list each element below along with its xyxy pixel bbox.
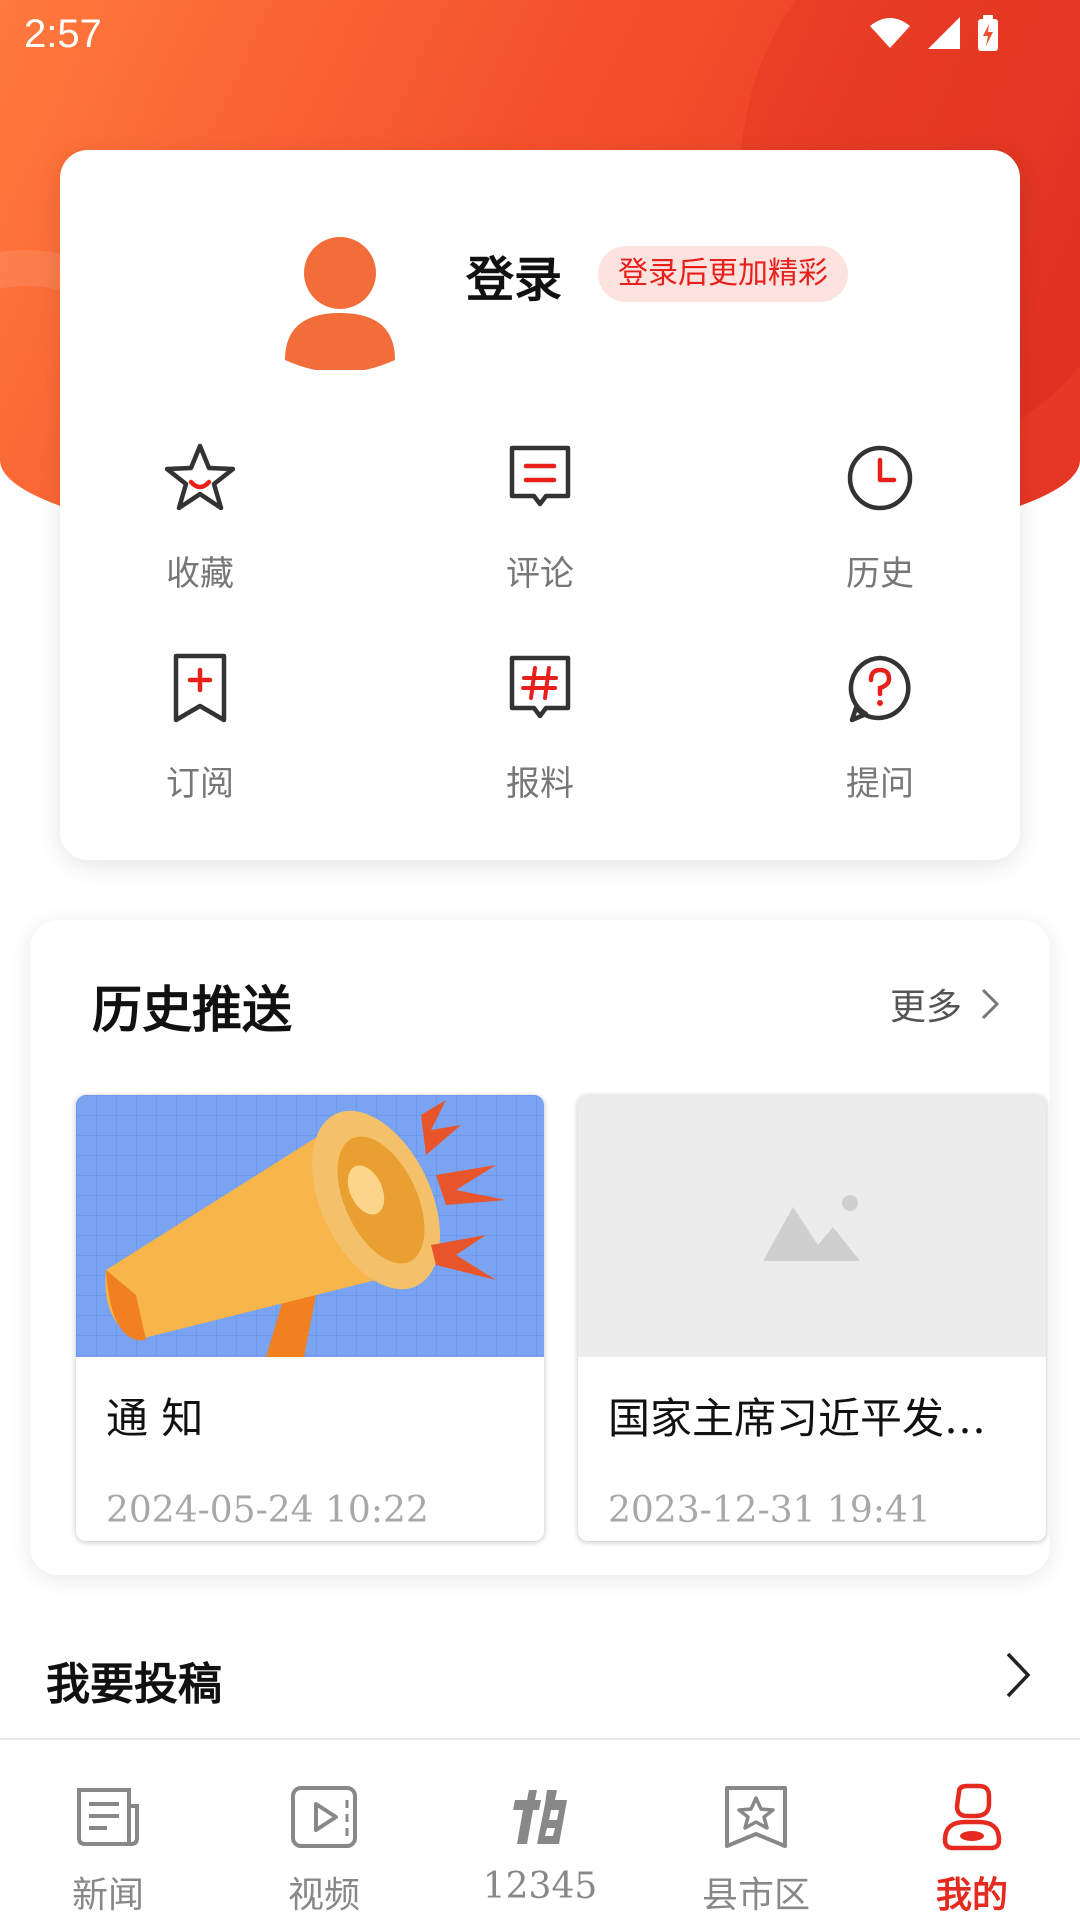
login-title[interactable]: 登录 (466, 240, 562, 310)
question-icon (848, 655, 911, 723)
status-bar: 2:57 (0, 0, 1080, 72)
more-label: 更多 (889, 987, 962, 1028)
nav-item-12345[interactable]: 12345 (432, 1740, 648, 1922)
feature-subscribe[interactable]: 订阅 (100, 650, 300, 805)
feature-label: 收藏 (166, 554, 234, 594)
news-title: 通 知 (106, 1394, 204, 1443)
chevron-right-icon (1006, 1652, 1031, 1698)
nav-label: 新闻 (71, 1875, 144, 1916)
feature-label: 评论 (506, 554, 574, 594)
feature-favorites[interactable]: 收藏 (100, 440, 300, 595)
section-title: 历史推送 (92, 980, 292, 1039)
avatar-icon[interactable] (280, 235, 400, 370)
star-icon (164, 443, 236, 511)
pai-icon (513, 1790, 567, 1844)
nav-label: 12345 (482, 1866, 598, 1907)
signal-icon (928, 17, 960, 49)
megaphone-image (76, 1095, 544, 1357)
chevron-right-icon (981, 988, 1000, 1020)
feature-ask[interactable]: 提问 (780, 650, 980, 805)
status-icons (868, 14, 1000, 52)
contribute-label: 我要投稿 (46, 1659, 222, 1710)
news-icon (77, 1788, 139, 1846)
feature-comments[interactable]: 评论 (440, 440, 640, 595)
contribute-row[interactable]: 我要投稿 (0, 1620, 1080, 1735)
nav-item-video[interactable]: 视频 (216, 1740, 432, 1922)
image-placeholder-icon (578, 1095, 1046, 1357)
feature-tipoff[interactable]: 报料 (440, 650, 640, 805)
nav-label: 视频 (287, 1875, 360, 1916)
news-card[interactable]: 国家主席习近平发表二〇二四年新年贺词 2023-12-31 19:41 (578, 1095, 1046, 1541)
feature-history[interactable]: 历史 (780, 440, 980, 595)
more-link[interactable]: 更多 (890, 978, 1000, 1030)
feature-label: 历史 (846, 554, 914, 594)
feature-label: 提问 (846, 764, 914, 804)
nav-item-news[interactable]: 新闻 (0, 1740, 216, 1922)
wifi-icon (870, 18, 910, 48)
nav-label: 我的 (935, 1874, 1008, 1916)
status-time: 2:57 (24, 12, 102, 56)
profile-icon (942, 1783, 1002, 1851)
region-icon (725, 1786, 787, 1848)
battery-icon (978, 15, 998, 51)
video-icon (291, 1786, 357, 1848)
comment-icon (509, 445, 571, 507)
news-date: 2023-12-31 19:41 (608, 1490, 931, 1531)
login-hint-badge[interactable]: 登录后更加精彩 (598, 246, 848, 302)
nav-item-mine[interactable]: 我的 (864, 1740, 1080, 1922)
nav-label: 县市区 (701, 1875, 810, 1916)
news-title: 国家主席习近平发表二〇二四年新年贺词 (608, 1394, 1026, 1443)
news-date: 2024-05-24 10:22 (106, 1490, 429, 1531)
feature-label: 订阅 (166, 764, 234, 804)
nav-item-region[interactable]: 县市区 (648, 1740, 864, 1922)
profile-card: 登录 登录后更加精彩 收藏 评论 历史 订阅 报料 提问 (60, 150, 1020, 860)
news-card[interactable]: 通 知 2024-05-24 10:22 (76, 1095, 544, 1541)
hashtag-icon (509, 655, 571, 719)
bottom-nav: 新闻 视频 12345 县市区 我的 (0, 1738, 1080, 1922)
clock-icon (847, 445, 913, 511)
history-push-section: 历史推送 更多 通 知 2024-05-24 10:22 国家主席习近平发表二 … (30, 920, 1050, 1575)
feature-label: 报料 (506, 764, 574, 804)
bookmark-plus-icon (173, 653, 227, 723)
